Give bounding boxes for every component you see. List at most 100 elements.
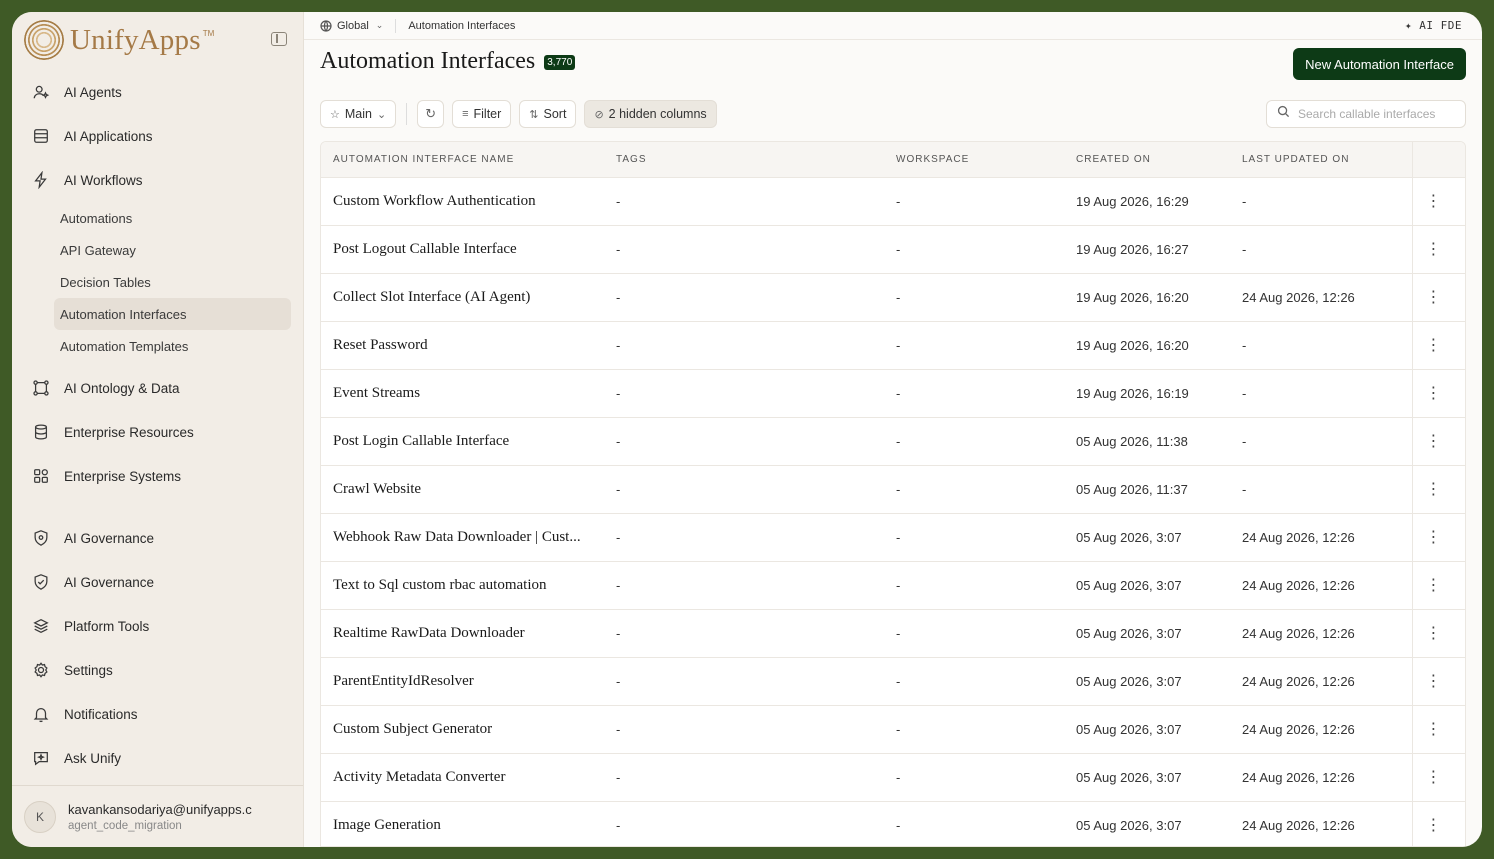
sort-button[interactable]: ⇅ Sort [519,100,577,128]
sidebar-subitem-api-gateway[interactable]: API Gateway [24,234,291,266]
hidden-columns-label: 2 hidden columns [608,107,707,121]
sidebar-item-label: Enterprise Resources [64,424,194,440]
cell-workspace: - [896,482,901,497]
app-window: UnifyApps TM AI Agents AI Applications A… [12,12,1482,847]
sidebar-item-ai-governance[interactable]: AI Governance [24,516,291,560]
brand-logo[interactable]: UnifyApps TM [24,18,214,62]
kebab-menu-icon[interactable]: ⋮ [1426,241,1442,258]
cell-name[interactable]: Reset Password [321,337,616,354]
kebab-menu-icon[interactable]: ⋮ [1426,193,1442,210]
sidebar-item-enterprise-resources[interactable]: Enterprise Resources [24,410,291,454]
table-row[interactable]: Image Generation - -05 Aug 2026, 3:07 24 Au… [321,802,1465,846]
sidebar-item-ai-workflows[interactable]: AI Workflows [24,158,291,202]
table-row[interactable]: Custom Subject Generator - -05 Aug 2026, 3… [321,706,1465,754]
cell-updated: 24 Aug 2026, 12:26 [1242,626,1355,641]
table-row[interactable]: Reset Password - -19 Aug 2026, 16:20- ⋮ [321,322,1465,370]
cell-name[interactable]: Post Login Callable Interface [321,433,616,450]
kebab-menu-icon[interactable]: ⋮ [1426,673,1442,690]
cell-name[interactable]: Text to Sql custom rbac automation [321,577,616,594]
kebab-menu-icon[interactable]: ⋮ [1426,529,1442,546]
sidebar-subitem-decision-tables[interactable]: Decision Tables [24,266,291,298]
kebab-menu-icon[interactable]: ⋮ [1426,289,1442,306]
sidebar-item-ai-agents[interactable]: AI Agents [24,70,291,114]
table-row[interactable]: Post Login Callable Interface - -05 Aug 20… [321,418,1465,466]
sidebar-item-notifications[interactable]: Notifications [24,692,291,736]
table-row[interactable]: Custom Workflow Authentication - -19 Aug 2… [321,178,1465,226]
table-row[interactable]: Collect Slot Interface (AI Agent) - -19 Au… [321,274,1465,322]
cell-name[interactable]: Webhook Raw Data Downloader | Cust... [321,529,616,546]
filter-button[interactable]: ≡ Filter [452,100,512,128]
table-row[interactable]: Crawl Website - -05 Aug 2026, 11:37- ⋮ [321,466,1465,514]
cell-workspace: - [896,194,901,209]
sidebar-item-ask-unify[interactable]: Ask Unify [24,736,291,780]
kebab-menu-icon[interactable]: ⋮ [1426,625,1442,642]
kebab-menu-icon[interactable]: ⋮ [1426,385,1442,402]
eye-off-icon: ⊘ [594,108,604,121]
table-header: AUTOMATION INTERFACE NAME TAGS WORKSPACE… [321,142,1465,178]
breadcrumb-current[interactable]: Automation Interfaces [408,20,515,32]
sidebar-subitem-automation-interfaces[interactable]: Automation Interfaces [54,298,291,330]
sidebar-item-label: Notifications [64,706,138,722]
search-box[interactable] [1266,100,1466,128]
kebab-menu-icon[interactable]: ⋮ [1426,481,1442,498]
cell-name[interactable]: Collect Slot Interface (AI Agent) [321,289,616,306]
table-row[interactable]: Webhook Raw Data Downloader | Cust... - -0… [321,514,1465,562]
kebab-menu-icon[interactable]: ⋮ [1426,433,1442,450]
kebab-menu-icon[interactable]: ⋮ [1426,817,1442,834]
cell-name[interactable]: Event Streams [321,385,616,402]
cell-name[interactable]: ParentEntityIdResolver [321,673,616,690]
sidebar-item-platform-tools[interactable]: Platform Tools [24,604,291,648]
sidebar-item-enterprise-systems[interactable]: Enterprise Systems [24,454,291,498]
table-row[interactable]: Text to Sql custom rbac automation - -05 A… [321,562,1465,610]
search-input[interactable] [1298,107,1448,121]
kebab-menu-icon[interactable]: ⋮ [1426,337,1442,354]
cell-name[interactable]: Custom Workflow Authentication [321,193,616,210]
sidebar-collapse-icon[interactable] [271,32,287,46]
view-selector[interactable]: ☆ Main ⌄ [320,100,397,128]
sidebar-item-label: AI Governance [64,530,155,546]
refresh-button[interactable]: ↻ [417,100,445,128]
column-header-created[interactable]: CREATED ON [1076,154,1242,165]
brand-name: UnifyApps [70,23,201,56]
new-automation-interface-button[interactable]: New Automation Interface [1293,48,1466,80]
sidebar-item-ai-governance-2[interactable]: AI Governance [24,560,291,604]
chevron-down-icon[interactable]: ⌄ [376,20,384,31]
cell-tags: - [616,770,621,785]
column-header-workspace[interactable]: WORKSPACE [896,154,1076,165]
lightning-icon [31,170,51,190]
column-header-tags[interactable]: TAGS [616,154,896,165]
cell-name[interactable]: Custom Subject Generator [321,721,616,738]
kebab-menu-icon[interactable]: ⋮ [1426,721,1442,738]
cell-name[interactable]: Image Generation [321,817,616,834]
kebab-menu-icon[interactable]: ⋮ [1426,577,1442,594]
sidebar-subitem-automation-templates[interactable]: Automation Templates [24,330,291,362]
row-actions: ⋮ [1412,226,1454,273]
table-row[interactable]: Event Streams - -19 Aug 2026, 16:19- ⋮ [321,370,1465,418]
cell-updated: 24 Aug 2026, 12:26 [1242,578,1355,593]
cell-name[interactable]: Crawl Website [321,481,616,498]
scope-selector[interactable]: Global [337,20,369,32]
main-content: Global ⌄ Automation Interfaces ✦ AI FDE … [304,12,1482,847]
cell-workspace: - [896,818,901,833]
user-profile[interactable]: K kavankansodariya@unifyapps.c agent_cod… [12,785,303,847]
sidebar-item-settings[interactable]: Settings [24,648,291,692]
table-row[interactable]: Activity Metadata Converter - -05 Aug 2026… [321,754,1465,802]
cell-workspace: - [896,530,901,545]
ai-fde-button[interactable]: ✦ AI FDE [1405,19,1462,32]
cell-name[interactable]: Realtime RawData Downloader [321,625,616,642]
cell-name[interactable]: Activity Metadata Converter [321,769,616,786]
table-row[interactable]: Realtime RawData Downloader - -05 Aug 2026… [321,610,1465,658]
avatar: K [24,800,56,833]
layers-icon [31,616,51,636]
table-row[interactable]: Post Logout Callable Interface - -19 Aug 2… [321,226,1465,274]
sidebar-item-label: AI Applications [64,128,153,144]
table-row[interactable]: ParentEntityIdResolver - -05 Aug 2026, 3:0… [321,658,1465,706]
column-header-updated[interactable]: LAST UPDATED ON [1242,154,1412,165]
sidebar-item-ai-applications[interactable]: AI Applications [24,114,291,158]
hidden-columns-button[interactable]: ⊘ 2 hidden columns [584,100,717,128]
column-header-name[interactable]: AUTOMATION INTERFACE NAME [321,154,616,165]
cell-name[interactable]: Post Logout Callable Interface [321,241,616,258]
kebab-menu-icon[interactable]: ⋮ [1426,769,1442,786]
sidebar-item-ai-ontology[interactable]: AI Ontology & Data [24,366,291,410]
sidebar-subitem-automations[interactable]: Automations [24,202,291,234]
